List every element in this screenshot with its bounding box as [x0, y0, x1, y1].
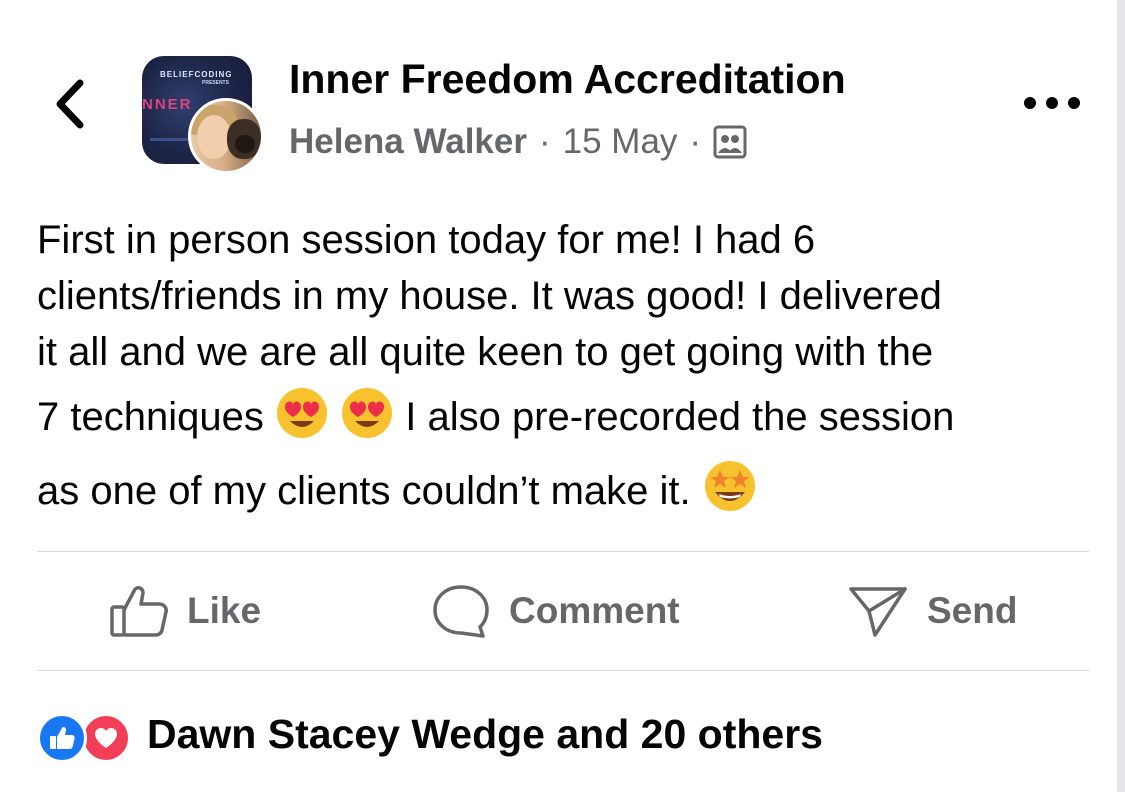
post-line: as one of my clients couldn’t make it.	[37, 454, 1097, 528]
action-bar: Like Comment Send	[37, 552, 1089, 670]
send-label: Send	[927, 590, 1018, 631]
reactions-summary[interactable]: Dawn Stacey Wedge and 20 others	[37, 704, 823, 764]
back-button[interactable]	[44, 72, 94, 136]
reactions-count-text: Dawn Stacey Wedge and 20 others	[147, 710, 823, 757]
author-avatar[interactable]	[188, 98, 264, 174]
avatar-face	[197, 115, 231, 159]
heart-eyes-emoji-icon	[342, 388, 393, 438]
comment-bubble-icon	[433, 585, 489, 638]
heart-eyes-emoji-icon	[276, 388, 327, 438]
post-date[interactable]: 15 May	[563, 122, 678, 162]
comment-button[interactable]: Comment	[431, 552, 680, 670]
meta-separator: ·	[538, 122, 551, 161]
post-body: First in person session today for me! I …	[37, 212, 1097, 528]
post-line-segment: 7 techniques	[37, 395, 264, 439]
group-members-icon	[713, 125, 747, 159]
more-dot-icon	[1068, 97, 1080, 109]
post-line: clients/friends in my house. It was good…	[37, 274, 942, 318]
send-icon	[849, 587, 907, 637]
more-dot-icon	[1024, 97, 1036, 109]
like-label: Like	[187, 590, 262, 631]
more-options-button[interactable]	[1024, 88, 1080, 118]
send-button[interactable]: Send	[847, 552, 1017, 670]
post-line: it all and we are all quite keen to get …	[37, 330, 934, 374]
group-avatar-sub-text: PRESENTS	[202, 80, 229, 86]
post-line: First in person session today for me! I …	[37, 218, 816, 262]
star-struck-emoji-icon	[704, 461, 755, 511]
post-line: 7 techniques I also pre-recorded the ses…	[37, 380, 1097, 454]
author-name-link[interactable]: Helena Walker	[289, 122, 527, 162]
more-dot-icon	[1046, 97, 1058, 109]
like-button[interactable]: Like	[109, 552, 261, 670]
post-meta: Helena Walker · 15 May ·	[289, 120, 747, 164]
screen-edge	[1117, 0, 1125, 792]
group-avatar-word: NNER	[142, 96, 193, 113]
meta-separator: ·	[689, 122, 702, 161]
thumbs-up-icon	[110, 586, 168, 637]
comment-label: Comment	[509, 590, 680, 631]
reaction-icons	[37, 709, 135, 763]
group-name-link[interactable]: Inner Freedom Accreditation	[289, 56, 846, 103]
post-line-segment: as one of my clients couldn’t make it.	[37, 469, 691, 513]
like-reaction-icon	[37, 713, 87, 763]
group-avatar-top-text: BELIEFCODING	[160, 70, 233, 79]
divider	[37, 670, 1089, 671]
chevron-left-icon	[56, 79, 84, 129]
love-reaction-icon	[81, 713, 131, 763]
post-line-segment: I also pre-recorded the session	[405, 395, 955, 439]
avatar-dog-muzzle	[235, 135, 255, 153]
